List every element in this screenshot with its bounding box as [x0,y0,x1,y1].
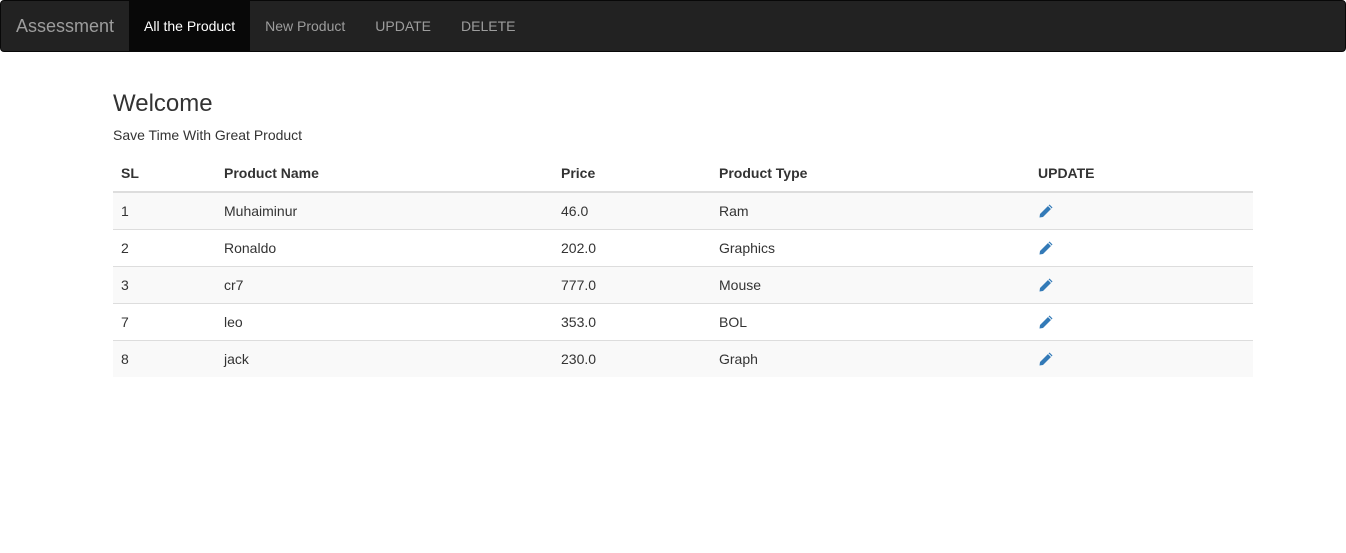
cell-update [1030,228,1253,266]
table-row: 2 Ronaldo 202.0 Graphics [113,228,1253,266]
pencil-icon[interactable] [1038,277,1054,293]
cell-price: 777.0 [553,265,711,303]
cell-price: 46.0 [553,191,711,229]
cell-sl: 2 [113,228,216,266]
cell-update [1030,191,1253,229]
cell-product-name: leo [216,302,553,340]
table-header-row: SL Product Name Price Product Type UPDAT… [113,155,1253,193]
top-navbar: Assessment All the Product New Product U… [0,0,1346,52]
cell-product-type: Mouse [711,265,1030,303]
cell-sl: 8 [113,339,216,377]
cell-product-type: BOL [711,302,1030,340]
pencil-icon[interactable] [1038,314,1054,330]
table-row: 3 cr7 777.0 Mouse [113,265,1253,303]
cell-product-name: jack [216,339,553,377]
cell-price: 230.0 [553,339,711,377]
cell-sl: 1 [113,191,216,229]
page-title: Welcome [113,90,213,117]
header-price: Price [553,155,711,193]
table-row: 1 Muhaiminur 46.0 Ram [113,191,1253,229]
cell-product-name: Ronaldo [216,228,553,266]
cell-product-name: Muhaiminur [216,191,553,229]
nav-delete[interactable]: DELETE [446,1,530,51]
header-sl: SL [113,155,216,193]
cell-update [1030,265,1253,303]
cell-price: 202.0 [553,228,711,266]
header-update: UPDATE [1030,155,1253,193]
cell-product-type: Graph [711,339,1030,377]
brand-link[interactable]: Assessment [1,1,129,51]
cell-product-name: cr7 [216,265,553,303]
header-product-name: Product Name [216,155,553,193]
table-row: 7 leo 353.0 BOL [113,302,1253,340]
cell-product-type: Graphics [711,228,1030,266]
header-product-type: Product Type [711,155,1030,193]
nav-new-product[interactable]: New Product [250,1,360,51]
pencil-icon[interactable] [1038,351,1054,367]
nav-update[interactable]: UPDATE [360,1,446,51]
cell-update [1030,302,1253,340]
table-row: 8 jack 230.0 Graph [113,339,1253,377]
page-subtitle: Save Time With Great Product [113,127,303,143]
cell-product-type: Ram [711,191,1030,229]
product-table: SL Product Name Price Product Type UPDAT… [113,155,1253,377]
nav-all-products[interactable]: All the Product [129,1,251,51]
pencil-icon[interactable] [1038,203,1054,219]
cell-price: 353.0 [553,302,711,340]
cell-sl: 3 [113,265,216,303]
pencil-icon[interactable] [1038,240,1054,256]
cell-update [1030,339,1253,377]
cell-sl: 7 [113,302,216,340]
main-container: Welcome Save Time With Great Product SL … [113,52,1253,377]
